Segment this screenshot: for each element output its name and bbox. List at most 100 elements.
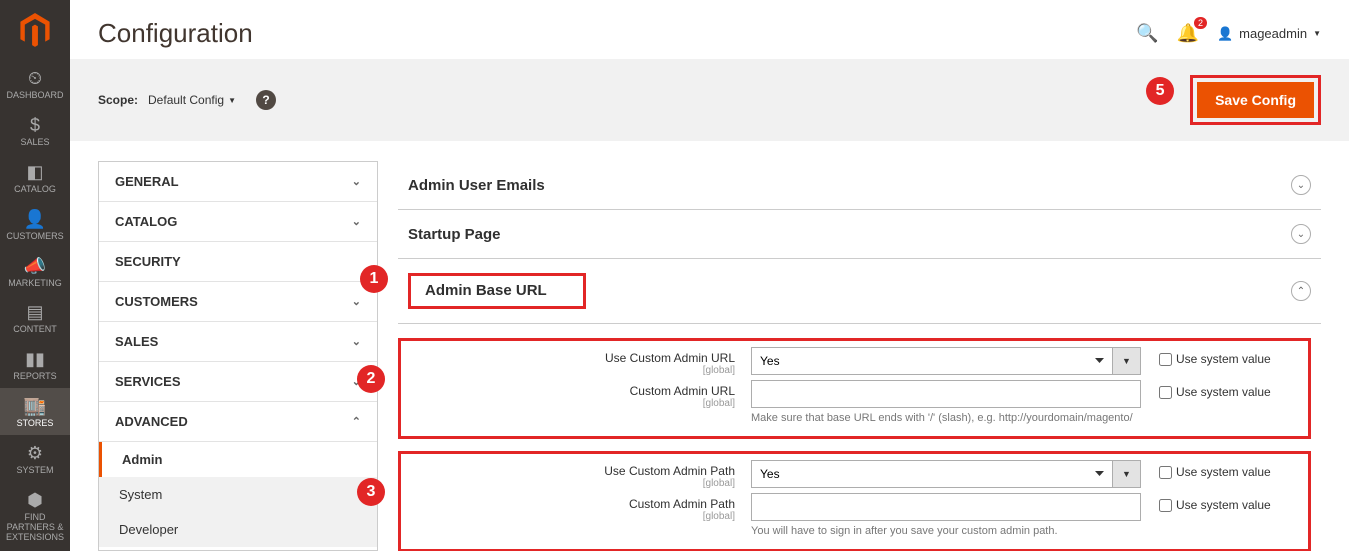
nav-partners[interactable]: ⬢FIND PARTNERS & EXTENSIONS (0, 482, 70, 549)
chevron-down-icon: ⌄ (352, 215, 361, 228)
chevron-down-icon: ⌄ (352, 335, 361, 348)
field-custom-path: Custom Admin Path [global] You will have… (411, 493, 1298, 537)
nav-stores[interactable]: 🏬STORES (0, 388, 70, 435)
nav-content[interactable]: ▤CONTENT (0, 294, 70, 341)
section-title-highlight: Admin Base URL (408, 273, 586, 309)
field-scope: [global] (411, 478, 735, 489)
section-body-base-url: 2 Use Custom Admin URL [global] Yes ▼ (398, 324, 1321, 551)
topbar: Configuration 🔍 🔔2 👤 mageadmin ▼ (70, 0, 1349, 59)
field-label: Custom Admin URL (411, 384, 735, 398)
config-nav-sales[interactable]: SALES⌄ (99, 322, 377, 362)
use-system-checkbox-group[interactable]: Use system value (1159, 380, 1271, 399)
field-label: Custom Admin Path (411, 497, 735, 511)
main-nav-sidebar: ⏲DASHBOARD $SALES ◧CATALOG 👤CUSTOMERS 📣M… (0, 0, 70, 551)
field-label: Use Custom Admin URL (411, 351, 735, 365)
nav-dashboard[interactable]: ⏲DASHBOARD (0, 60, 70, 107)
megaphone-icon: 📣 (24, 256, 46, 277)
custom-url-input[interactable] (751, 380, 1141, 408)
field-scope: [global] (411, 398, 735, 409)
config-nav-services[interactable]: SERVICES⌄ (99, 362, 377, 402)
config-nav: GENERAL⌄ CATALOG⌄ SECURITY CUSTOMERS⌄ SA… (98, 161, 378, 551)
field-scope: [global] (411, 511, 735, 522)
annotation-1: 1 (360, 265, 388, 293)
scope-select[interactable]: Default Config (148, 93, 236, 107)
use-system-checkbox-group[interactable]: Use system value (1159, 493, 1271, 512)
page-title: Configuration (98, 18, 253, 49)
use-system-checkbox-group[interactable]: Use system value (1159, 347, 1271, 366)
section-title: Startup Page (408, 226, 501, 243)
collapse-icon: ⌃ (1291, 281, 1311, 301)
section-admin-emails[interactable]: Admin User Emails ⌄ (398, 161, 1321, 210)
section-title: Admin Base URL (425, 282, 547, 299)
config-nav-developer[interactable]: Developer (99, 512, 377, 547)
notifications-icon[interactable]: 🔔2 (1177, 23, 1199, 44)
main-content: Configuration 🔍 🔔2 👤 mageadmin ▼ Scope: … (70, 0, 1349, 551)
scope-bar: Scope: Default Config ? 5 Save Config (70, 59, 1349, 141)
config-main: Admin User Emails ⌄ Startup Page ⌄ 1 Adm… (398, 161, 1321, 551)
save-config-button[interactable]: Save Config (1197, 82, 1314, 118)
box-icon: ◧ (26, 162, 43, 183)
chevron-down-icon: ⌄ (352, 175, 361, 188)
config-nav-admin[interactable]: Admin (99, 442, 377, 477)
notification-badge: 2 (1194, 17, 1207, 29)
topbar-right: 🔍 🔔2 👤 mageadmin ▼ (1136, 23, 1321, 44)
store-icon: 🏬 (24, 396, 46, 417)
chevron-down-icon: ▼ (1113, 460, 1141, 488)
user-menu[interactable]: 👤 mageadmin ▼ (1217, 26, 1321, 42)
use-system-checkbox[interactable] (1159, 353, 1172, 366)
use-custom-url-select[interactable]: Yes (751, 347, 1113, 375)
chevron-up-icon: ⌃ (352, 415, 361, 428)
nav-catalog[interactable]: ◧CATALOG (0, 154, 70, 201)
field-group-url: 2 Use Custom Admin URL [global] Yes ▼ (398, 338, 1311, 439)
puzzle-icon: ⬢ (27, 490, 43, 511)
config-nav-customers[interactable]: CUSTOMERS⌄ (99, 282, 377, 322)
chart-icon: ▮▮ (25, 349, 45, 370)
annotation-3: 3 (357, 478, 385, 506)
save-button-highlight: Save Config (1190, 75, 1321, 125)
config-nav-advanced[interactable]: ADVANCED⌃ (99, 402, 377, 442)
chevron-down-icon: ▼ (1113, 347, 1141, 375)
scope-label: Scope: (98, 93, 138, 107)
field-note: Make sure that base URL ends with '/' (s… (751, 412, 1141, 424)
use-system-checkbox[interactable] (1159, 466, 1172, 479)
content-area: GENERAL⌄ CATALOG⌄ SECURITY CUSTOMERS⌄ SA… (70, 141, 1349, 551)
config-nav-catalog[interactable]: CATALOG⌄ (99, 202, 377, 242)
nav-sales[interactable]: $SALES (0, 107, 70, 154)
annotation-5: 5 (1146, 77, 1174, 105)
section-title: Admin User Emails (408, 177, 545, 194)
custom-path-input[interactable] (751, 493, 1141, 521)
use-system-checkbox-group[interactable]: Use system value (1159, 460, 1271, 479)
gear-icon: ⚙ (27, 443, 43, 464)
chevron-down-icon: ⌄ (352, 295, 361, 308)
field-scope: [global] (411, 365, 735, 376)
expand-icon: ⌄ (1291, 224, 1311, 244)
nav-reports[interactable]: ▮▮REPORTS (0, 341, 70, 388)
layers-icon: ▤ (26, 302, 43, 323)
field-use-custom-url: Use Custom Admin URL [global] Yes ▼ Use … (411, 347, 1298, 376)
nav-system[interactable]: ⚙SYSTEM (0, 435, 70, 482)
section-startup[interactable]: Startup Page ⌄ (398, 210, 1321, 259)
username: mageadmin (1239, 26, 1307, 41)
config-nav-system[interactable]: System (99, 477, 377, 512)
config-nav-security[interactable]: SECURITY (99, 242, 377, 282)
gauge-icon: ⏲ (28, 68, 42, 89)
nav-marketing[interactable]: 📣MARKETING (0, 248, 70, 295)
dollar-icon: $ (30, 115, 40, 136)
magento-logo[interactable] (0, 0, 70, 60)
field-note: You will have to sign in after you save … (751, 525, 1141, 537)
user-icon: 👤 (1217, 26, 1233, 42)
search-icon[interactable]: 🔍 (1136, 23, 1158, 44)
help-icon[interactable]: ? (256, 90, 276, 110)
section-base-url[interactable]: 1 Admin Base URL ⌃ (398, 259, 1321, 324)
field-group-path: 3 Use Custom Admin Path [global] Yes ▼ (398, 451, 1311, 551)
use-system-checkbox[interactable] (1159, 499, 1172, 512)
use-system-checkbox[interactable] (1159, 386, 1172, 399)
field-custom-url: Custom Admin URL [global] Make sure that… (411, 380, 1298, 424)
use-custom-path-select[interactable]: Yes (751, 460, 1113, 488)
expand-icon: ⌄ (1291, 175, 1311, 195)
nav-customers[interactable]: 👤CUSTOMERS (0, 201, 70, 248)
config-nav-general[interactable]: GENERAL⌄ (99, 162, 377, 202)
annotation-2: 2 (357, 365, 385, 393)
field-use-custom-path: Use Custom Admin Path [global] Yes ▼ Use… (411, 460, 1298, 489)
chevron-down-icon: ▼ (1313, 29, 1321, 38)
